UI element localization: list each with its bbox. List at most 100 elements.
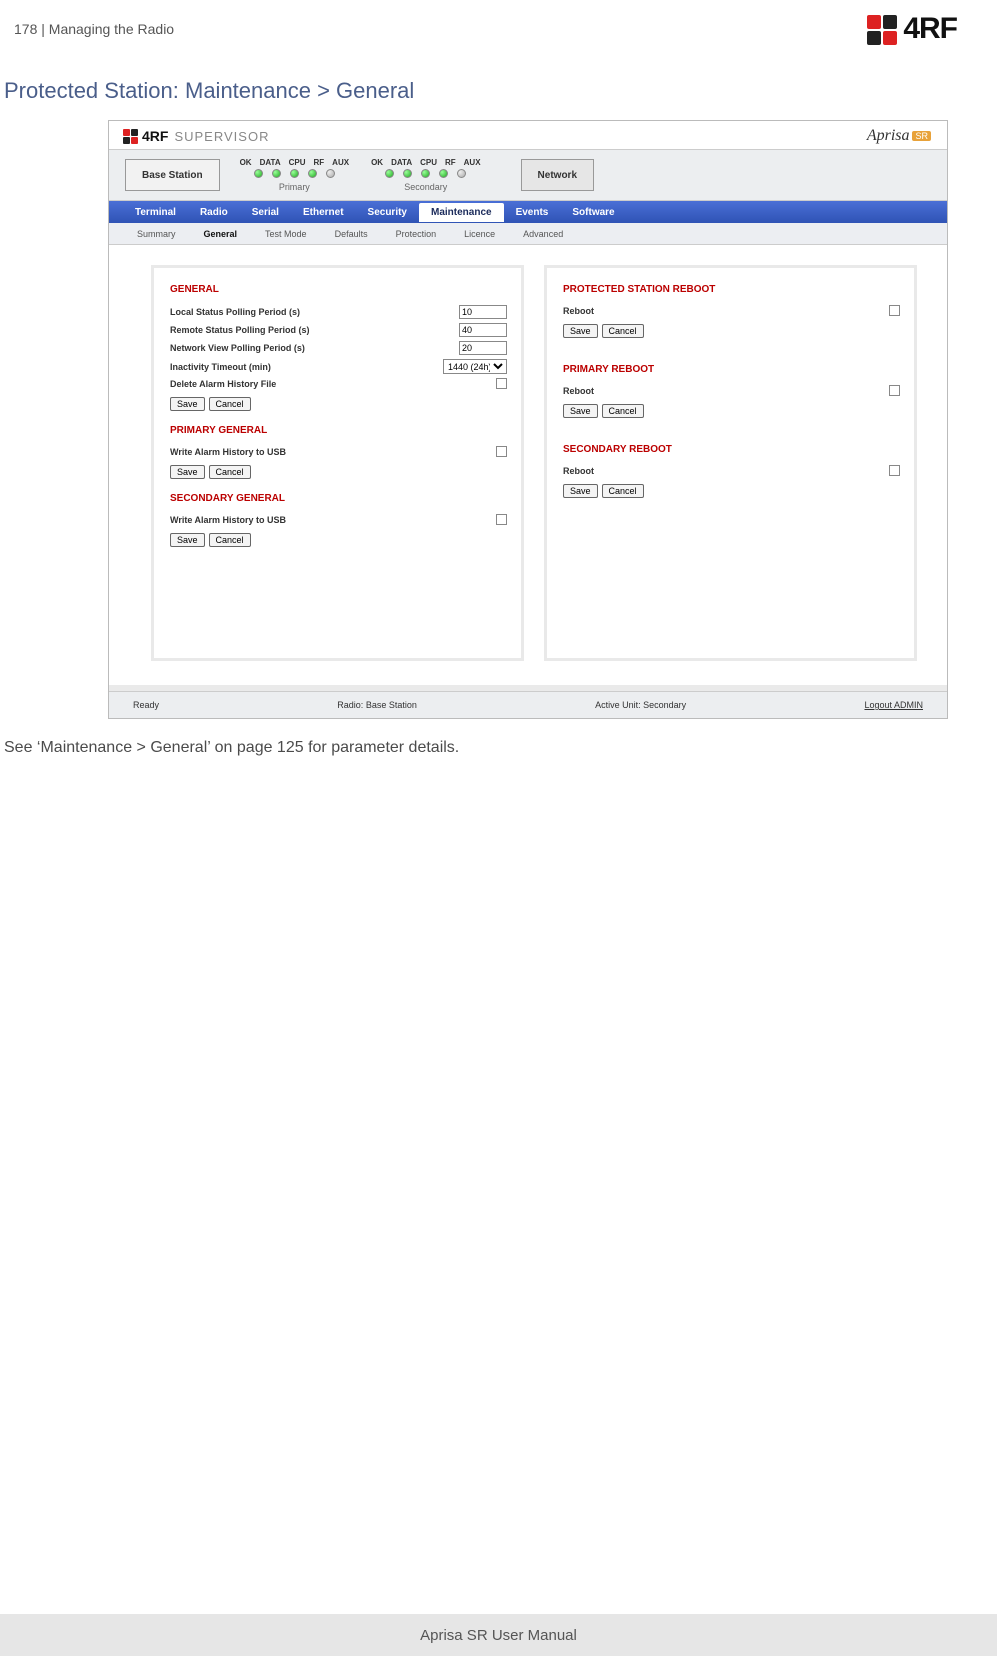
brand-tiles-icon — [867, 15, 897, 45]
led-icon — [421, 169, 430, 178]
led-icon — [308, 169, 317, 178]
mini-tiles-icon — [123, 129, 138, 144]
led-label: RF — [445, 158, 456, 167]
section-title: Protected Station: Maintenance > General — [0, 54, 997, 114]
led-label: OK — [371, 158, 383, 167]
page-footer: Aprisa SR User Manual — [0, 1614, 997, 1656]
subtab-protection[interactable]: Protection — [382, 225, 451, 243]
label-remote-status: Remote Status Polling Period (s) — [170, 325, 310, 335]
input-local-status[interactable] — [459, 305, 507, 319]
embedded-screenshot: 4RF SUPERVISOR Aprisa SR Base Station OK… — [108, 120, 948, 719]
tab-radio[interactable]: Radio — [188, 203, 240, 222]
status-bar: Ready Radio: Base Station Active Unit: S… — [109, 691, 947, 718]
led-icon — [272, 169, 281, 178]
input-netview[interactable] — [459, 341, 507, 355]
tab-security[interactable]: Security — [356, 203, 419, 222]
header-left: 178 | Managing the Radio — [14, 21, 174, 37]
label-protected-reboot: Reboot — [563, 306, 594, 316]
subtab-summary[interactable]: Summary — [123, 225, 190, 243]
input-remote-status[interactable] — [459, 323, 507, 337]
aprisa-sr-badge: SR — [912, 131, 931, 141]
secondary-label: Secondary — [404, 182, 447, 192]
section-secondary-general-title: SECONDARY GENERAL — [170, 493, 507, 504]
cancel-button[interactable]: Cancel — [602, 484, 644, 498]
tab-events[interactable]: Events — [504, 203, 561, 222]
save-button[interactable]: Save — [170, 397, 205, 411]
led-icon — [385, 169, 394, 178]
led-icon — [439, 169, 448, 178]
label-inactivity: Inactivity Timeout (min) — [170, 362, 271, 372]
save-button[interactable]: Save — [170, 533, 205, 547]
app-top-bar: 4RF SUPERVISOR Aprisa SR — [109, 121, 947, 149]
section-general-title: GENERAL — [170, 284, 507, 295]
header-crumb: Managing the Radio — [49, 21, 174, 37]
led-label: AUX — [464, 158, 481, 167]
left-panel: GENERAL Local Status Polling Period (s) … — [151, 265, 524, 661]
led-group-secondary: OK DATA CPU RF AUX Secondary — [365, 158, 486, 192]
brand-text: 4RF — [903, 12, 957, 46]
primary-label: Primary — [279, 182, 310, 192]
led-label: RF — [314, 158, 325, 167]
section-secondary-reboot-title: SECONDARY REBOOT — [563, 444, 900, 455]
save-button[interactable]: Save — [563, 484, 598, 498]
tab-terminal[interactable]: Terminal — [123, 203, 188, 222]
checkbox-primary-reboot[interactable] — [889, 385, 900, 396]
tab-network[interactable]: Network — [521, 159, 594, 191]
save-button[interactable]: Save — [563, 404, 598, 418]
label-secondary-reboot: Reboot — [563, 466, 594, 476]
cancel-button[interactable]: Cancel — [209, 465, 251, 479]
cancel-button[interactable]: Cancel — [602, 324, 644, 338]
save-button[interactable]: Save — [170, 465, 205, 479]
tab-ethernet[interactable]: Ethernet — [291, 203, 356, 222]
checkbox-delete-alarm[interactable] — [496, 378, 507, 389]
label-delete-alarm: Delete Alarm History File — [170, 379, 276, 389]
status-active: Active Unit: Secondary — [595, 700, 686, 710]
tab-maintenance[interactable]: Maintenance — [419, 203, 504, 222]
supervisor-word: SUPERVISOR — [174, 129, 269, 144]
cancel-button[interactable]: Cancel — [209, 397, 251, 411]
section-primary-general-title: PRIMARY GENERAL — [170, 425, 507, 436]
subtab-general[interactable]: General — [190, 225, 252, 243]
led-group-primary: OK DATA CPU RF AUX Primary — [234, 158, 355, 192]
led-label: DATA — [391, 158, 412, 167]
aprisa-logo: Aprisa SR — [867, 127, 931, 145]
cancel-button[interactable]: Cancel — [602, 404, 644, 418]
checkbox-secondary-reboot[interactable] — [889, 465, 900, 476]
tab-base-station[interactable]: Base Station — [125, 159, 220, 191]
main-tabs: Terminal Radio Serial Ethernet Security … — [109, 201, 947, 223]
label-netview: Network View Polling Period (s) — [170, 343, 305, 353]
led-icon — [457, 169, 466, 178]
footer-text: Aprisa SR User Manual — [420, 1627, 577, 1644]
label-secondary-write-usb: Write Alarm History to USB — [170, 515, 286, 525]
label-primary-reboot: Reboot — [563, 386, 594, 396]
checkbox-protected-reboot[interactable] — [889, 305, 900, 316]
checkbox-primary-write-usb[interactable] — [496, 446, 507, 457]
led-label: AUX — [332, 158, 349, 167]
subtab-advanced[interactable]: Advanced — [509, 225, 577, 243]
led-label: CPU — [420, 158, 437, 167]
subtab-test-mode[interactable]: Test Mode — [251, 225, 321, 243]
led-label: DATA — [260, 158, 281, 167]
tab-software[interactable]: Software — [560, 203, 626, 222]
subtab-licence[interactable]: Licence — [450, 225, 509, 243]
status-row: Base Station OK DATA CPU RF AUX Primary … — [109, 149, 947, 201]
select-inactivity[interactable]: 1440 (24h) — [443, 359, 507, 374]
brand-logo: 4RF — [867, 12, 957, 46]
cancel-button[interactable]: Cancel — [209, 533, 251, 547]
status-radio: Radio: Base Station — [337, 700, 417, 710]
aprisa-text: Aprisa — [867, 127, 910, 145]
tab-serial[interactable]: Serial — [240, 203, 291, 222]
led-label: OK — [240, 158, 252, 167]
sub-tabs: Summary General Test Mode Defaults Prote… — [109, 223, 947, 245]
logout-link[interactable]: Logout ADMIN — [864, 700, 923, 710]
led-icon — [254, 169, 263, 178]
save-button[interactable]: Save — [563, 324, 598, 338]
label-local-status: Local Status Polling Period (s) — [170, 307, 300, 317]
checkbox-secondary-write-usb[interactable] — [496, 514, 507, 525]
supervisor-4rf: 4RF — [142, 128, 168, 144]
led-icon — [403, 169, 412, 178]
label-primary-write-usb: Write Alarm History to USB — [170, 447, 286, 457]
page-header: 178 | Managing the Radio 4RF — [0, 0, 997, 54]
subtab-defaults[interactable]: Defaults — [321, 225, 382, 243]
led-label: CPU — [289, 158, 306, 167]
